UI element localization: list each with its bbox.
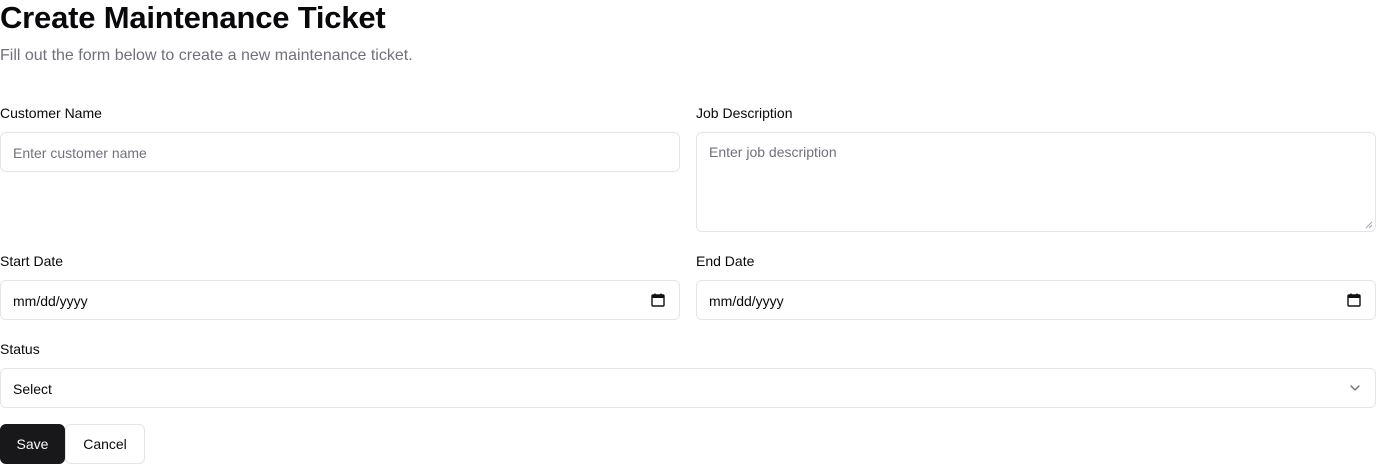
status-select[interactable]: Select bbox=[0, 368, 1376, 408]
create-ticket-page: Create Maintenance Ticket Fill out the f… bbox=[0, 0, 1376, 464]
customer-name-placeholder: Enter customer name bbox=[13, 145, 147, 161]
start-date-input[interactable]: mm/dd/yyyy bbox=[0, 280, 680, 320]
job-description-label: Job Description bbox=[696, 105, 793, 121]
end-date-label: End Date bbox=[696, 253, 755, 269]
end-date-value: mm/dd/yyyy bbox=[709, 293, 784, 309]
status-selected-value: Select bbox=[13, 381, 52, 397]
page-title: Create Maintenance Ticket bbox=[0, 0, 386, 35]
start-date-value: mm/dd/yyyy bbox=[13, 293, 88, 309]
status-label: Status bbox=[0, 341, 40, 357]
chevron-down-icon bbox=[1349, 382, 1361, 394]
save-button-label: Save bbox=[16, 436, 49, 452]
start-date-label: Start Date bbox=[0, 253, 64, 269]
resize-handle-icon[interactable] bbox=[1365, 221, 1373, 229]
job-description-textarea[interactable]: Enter job description bbox=[696, 132, 1376, 232]
calendar-icon[interactable] bbox=[1347, 293, 1361, 307]
calendar-icon[interactable] bbox=[651, 293, 665, 307]
customer-name-input[interactable]: Enter customer name bbox=[0, 132, 680, 172]
customer-name-label: Customer Name bbox=[0, 105, 102, 121]
page-subtitle: Fill out the form below to create a new … bbox=[0, 47, 413, 64]
end-date-input[interactable]: mm/dd/yyyy bbox=[696, 280, 1376, 320]
cancel-button[interactable]: Cancel bbox=[65, 424, 145, 464]
cancel-button-label: Cancel bbox=[83, 436, 127, 452]
save-button[interactable]: Save bbox=[0, 424, 65, 464]
job-description-placeholder: Enter job description bbox=[709, 144, 837, 160]
